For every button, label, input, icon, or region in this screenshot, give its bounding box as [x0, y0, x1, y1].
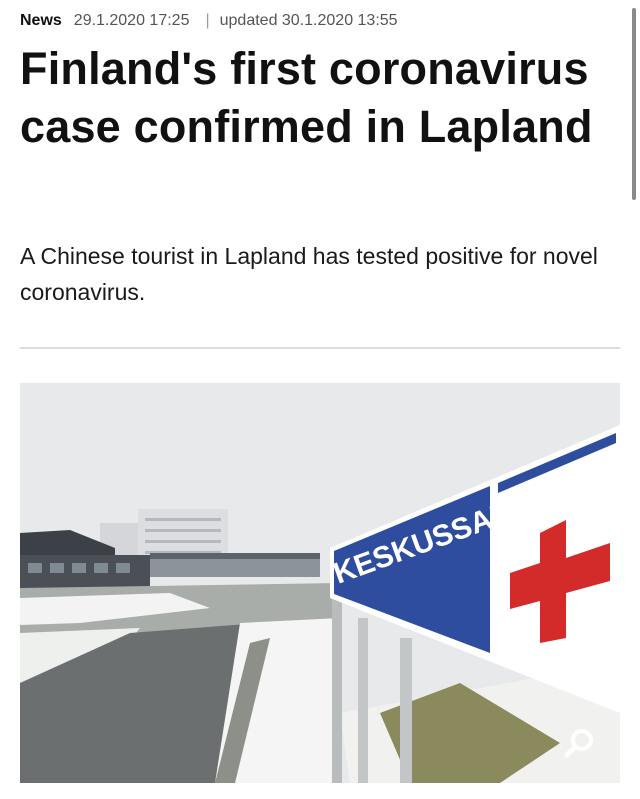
- article-lead: A Chinese tourist in Lapland has tested …: [20, 243, 598, 305]
- meta-separator: |: [205, 12, 210, 29]
- article-photo[interactable]: KESKUSSAIRAALA: [20, 383, 620, 783]
- category-label[interactable]: News: [20, 12, 62, 30]
- scrollbar[interactable]: [632, 8, 636, 200]
- article-headline: Finland's first coronavirus case confirm…: [20, 43, 593, 152]
- published-date: 29.1.2020 17:25: [73, 12, 190, 29]
- magnifier-icon: [564, 729, 593, 758]
- divider: [20, 347, 620, 349]
- hospital-sign-photo: KESKUSSAIRAALA: [20, 383, 620, 783]
- article-meta: News 29.1.2020 17:25 | updated 30.1.2020…: [20, 12, 398, 30]
- zoom-button[interactable]: [560, 723, 600, 763]
- updated-date: updated 30.1.2020 13:55: [219, 12, 398, 29]
